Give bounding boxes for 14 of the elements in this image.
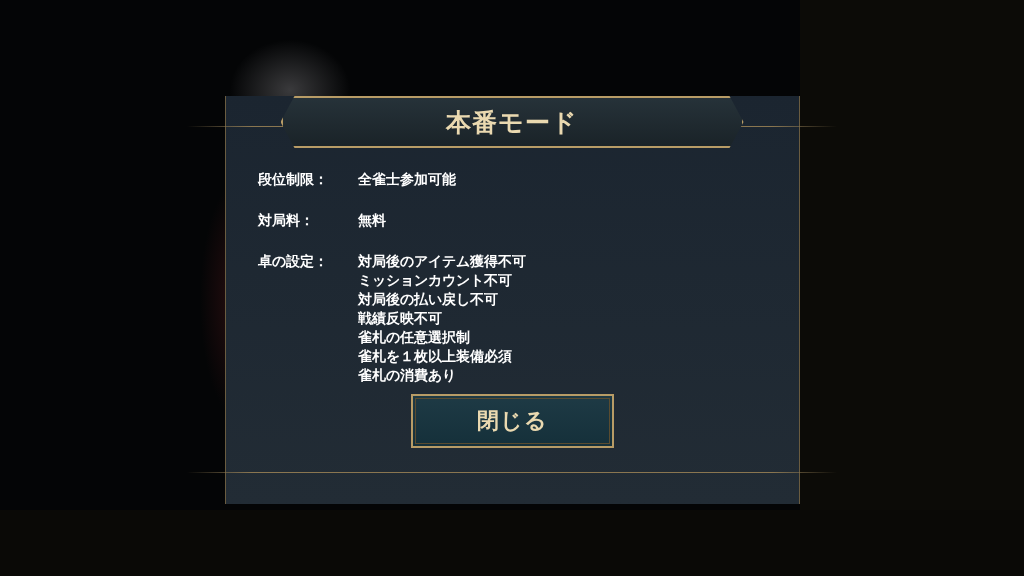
rule-value: 雀札の消費あり — [357, 366, 457, 385]
dialog-title: 本番モード — [446, 106, 578, 139]
rule-value: ミッションカウント不可 — [357, 271, 513, 290]
rule-value: 無料 — [357, 211, 386, 230]
rule-label: 卓の設定： — [257, 252, 329, 271]
rule-value: 全雀士参加可能 — [357, 170, 456, 189]
rule-value: 戦績反映不可 — [357, 309, 443, 328]
rule-label: 対局料： — [257, 211, 315, 230]
rule-value: 雀札の任意選択制 — [357, 328, 471, 347]
rule-label: 段位制限： — [257, 170, 329, 189]
rule-value: 対局後のアイテム獲得不可 — [357, 252, 526, 271]
close-button[interactable]: 閉じる — [410, 394, 614, 448]
rule-value: 雀札を１枚以上装備必須 — [357, 347, 513, 366]
rule-value: 対局後の払い戻し不可 — [357, 290, 499, 309]
